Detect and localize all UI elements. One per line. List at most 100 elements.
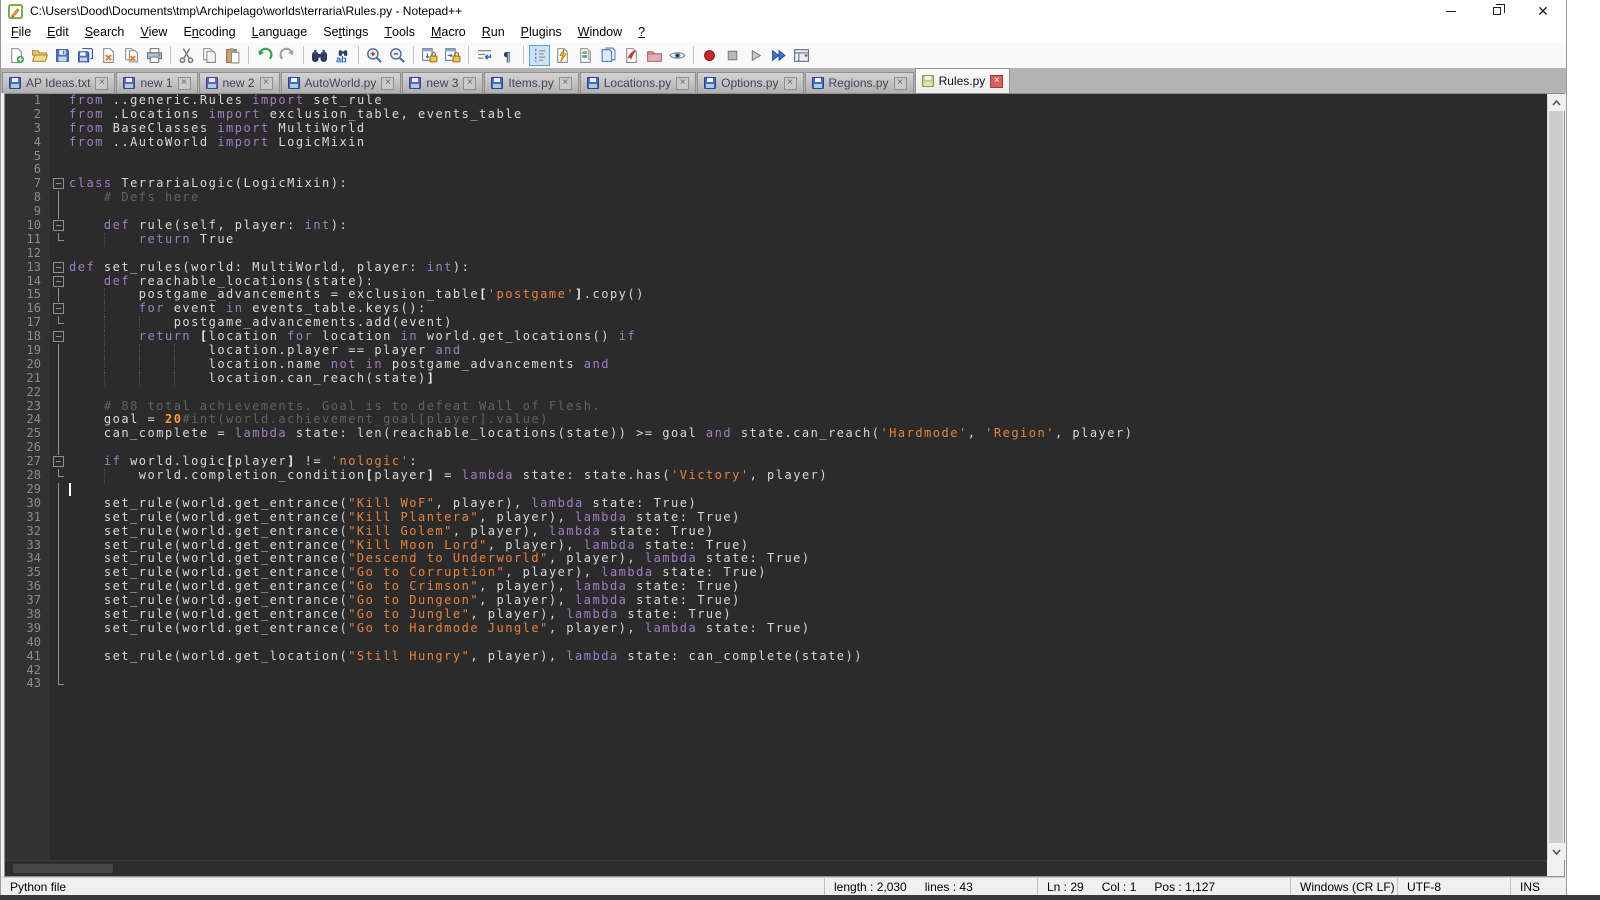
code-line[interactable]: 28 world.completion_condition[player] = … bbox=[5, 469, 1547, 483]
tab-locations-py[interactable]: Locations.py× bbox=[580, 72, 696, 93]
fold-marker-icon[interactable] bbox=[50, 302, 67, 316]
tab-close-icon[interactable]: × bbox=[178, 77, 191, 90]
code-line[interactable]: 20 location.name not in postgame_advance… bbox=[5, 358, 1547, 372]
print-button[interactable] bbox=[144, 45, 165, 66]
code-line[interactable]: 16 for event in events_table.keys(): bbox=[5, 302, 1547, 316]
fold-marker-icon[interactable] bbox=[50, 219, 67, 233]
show-all-characters-button[interactable]: ¶ bbox=[497, 45, 518, 66]
horizontal-scrollbar-thumb[interactable] bbox=[13, 864, 113, 873]
code-line[interactable]: 38 set_rule(world.get_entrance("Go to Ju… bbox=[5, 608, 1547, 622]
tab-close-icon[interactable]: × bbox=[990, 75, 1003, 88]
tab-ap-ideas-txt[interactable]: AP Ideas.txt× bbox=[2, 72, 115, 93]
copy-button[interactable] bbox=[199, 45, 220, 66]
tab-items-py[interactable]: Items.py× bbox=[484, 72, 578, 93]
sync-vertical-scroll-button[interactable] bbox=[419, 45, 440, 66]
undo-button[interactable] bbox=[254, 45, 275, 66]
menu-item-help[interactable]: ? bbox=[630, 22, 653, 42]
fold-marker-icon[interactable] bbox=[50, 330, 67, 344]
menu-item-search[interactable]: Search bbox=[77, 22, 133, 42]
code-line[interactable]: 17 postgame_advancements.add(event) bbox=[5, 316, 1547, 330]
folder-as-workspace-button[interactable] bbox=[644, 45, 665, 66]
code-line[interactable]: 24 goal = 20#int(world.achievement_goal[… bbox=[5, 413, 1547, 427]
menu-item-plugins[interactable]: Plugins bbox=[513, 22, 570, 42]
redo-button[interactable] bbox=[277, 45, 298, 66]
code-area[interactable]: 1from ..generic.Rules import set_rule2fr… bbox=[5, 94, 1547, 860]
code-line[interactable]: 40 bbox=[5, 636, 1547, 650]
code-line[interactable]: 42 bbox=[5, 664, 1547, 678]
code-line[interactable]: 10 def rule(self, player: int): bbox=[5, 219, 1547, 233]
macro-record-button[interactable] bbox=[699, 45, 720, 66]
menu-item-tools[interactable]: Tools bbox=[376, 22, 423, 42]
code-line[interactable]: 32 set_rule(world.get_entrance("Kill Gol… bbox=[5, 525, 1547, 539]
menu-item-run[interactable]: Run bbox=[474, 22, 513, 42]
document-list-button[interactable] bbox=[598, 45, 619, 66]
tab-regions-py[interactable]: Regions.py× bbox=[805, 72, 914, 93]
code-line[interactable]: 15 postgame_advancements = exclusion_tab… bbox=[5, 288, 1547, 302]
close-button[interactable]: ✕ bbox=[1520, 0, 1566, 22]
open-file-button[interactable] bbox=[29, 45, 50, 66]
code-line[interactable]: 6 bbox=[5, 163, 1547, 177]
status-insert-mode[interactable]: INS bbox=[1510, 878, 1566, 895]
code-line[interactable]: 31 set_rule(world.get_entrance("Kill Pla… bbox=[5, 511, 1547, 525]
tab-close-icon[interactable]: × bbox=[559, 77, 572, 90]
find-button[interactable] bbox=[309, 45, 330, 66]
macro-run-multiple-button[interactable] bbox=[768, 45, 789, 66]
code-line[interactable]: 33 set_rule(world.get_entrance("Kill Moo… bbox=[5, 539, 1547, 553]
code-line[interactable]: 21 location.can_reach(state)] bbox=[5, 372, 1547, 386]
tab-new-2[interactable]: new 2× bbox=[199, 72, 280, 93]
code-line[interactable]: 7class TerrariaLogic(LogicMixin): bbox=[5, 177, 1547, 191]
zoom-in-button[interactable] bbox=[364, 45, 385, 66]
cut-button[interactable] bbox=[176, 45, 197, 66]
code-line[interactable]: 1from ..generic.Rules import set_rule bbox=[5, 94, 1547, 108]
fold-marker-icon[interactable] bbox=[50, 455, 67, 469]
scroll-up-icon[interactable] bbox=[1548, 94, 1565, 111]
code-line[interactable]: 41 set_rule(world.get_location("Still Hu… bbox=[5, 650, 1547, 664]
code-line[interactable]: 29 bbox=[5, 483, 1547, 497]
code-line[interactable]: 3from BaseClasses import MultiWorld bbox=[5, 122, 1547, 136]
macro-play-button[interactable] bbox=[745, 45, 766, 66]
close-all-button[interactable] bbox=[121, 45, 142, 66]
fold-marker-icon[interactable] bbox=[50, 177, 67, 191]
vertical-scrollbar-thumb[interactable] bbox=[1549, 111, 1563, 843]
fold-marker-icon[interactable] bbox=[50, 261, 67, 275]
code-line[interactable]: 5 bbox=[5, 150, 1547, 164]
word-wrap-button[interactable] bbox=[474, 45, 495, 66]
document-map-button[interactable] bbox=[575, 45, 596, 66]
menu-item-settings[interactable]: Settings bbox=[315, 22, 376, 42]
code-line[interactable]: 14 def reachable_locations(state): bbox=[5, 275, 1547, 289]
menu-item-edit[interactable]: Edit bbox=[39, 22, 77, 42]
minimize-button[interactable] bbox=[1428, 0, 1474, 22]
status-encoding[interactable]: UTF-8 bbox=[1397, 878, 1510, 895]
tab-autoworld-py[interactable]: AutoWorld.py× bbox=[281, 72, 402, 93]
code-line[interactable]: 37 set_rule(world.get_entrance("Go to Du… bbox=[5, 594, 1547, 608]
restore-button[interactable] bbox=[1474, 0, 1520, 22]
status-eol-format[interactable]: Windows (CR LF) bbox=[1290, 878, 1397, 895]
code-line[interactable]: 22 bbox=[5, 386, 1547, 400]
fold-marker-icon[interactable] bbox=[50, 275, 67, 289]
code-line[interactable]: 30 set_rule(world.get_entrance("Kill WoF… bbox=[5, 497, 1547, 511]
vertical-scrollbar[interactable] bbox=[1547, 94, 1564, 860]
code-line[interactable]: 2from .Locations import exclusion_table,… bbox=[5, 108, 1547, 122]
code-line[interactable]: 18 return [location for location in worl… bbox=[5, 330, 1547, 344]
code-line[interactable]: 25 can_complete = lambda state: len(reac… bbox=[5, 427, 1547, 441]
code-line[interactable]: 12 bbox=[5, 247, 1547, 261]
code-line[interactable]: 36 set_rule(world.get_entrance("Go to Cr… bbox=[5, 580, 1547, 594]
menu-item-window[interactable]: Window bbox=[570, 22, 630, 42]
code-line[interactable]: 9 bbox=[5, 205, 1547, 219]
save-all-button[interactable] bbox=[75, 45, 96, 66]
tab-new-1[interactable]: new 1× bbox=[116, 72, 197, 93]
menu-item-view[interactable]: View bbox=[132, 22, 175, 42]
monitoring-button[interactable] bbox=[667, 45, 688, 66]
tab-close-icon[interactable]: × bbox=[894, 77, 907, 90]
tab-close-icon[interactable]: × bbox=[784, 77, 797, 90]
show-indent-guide-button[interactable] bbox=[529, 45, 550, 66]
menu-item-language[interactable]: Language bbox=[244, 22, 316, 42]
function-list-button[interactable] bbox=[552, 45, 573, 66]
tab-rules-py[interactable]: Rules.py× bbox=[915, 68, 1011, 93]
code-line[interactable]: 34 set_rule(world.get_entrance("Descend … bbox=[5, 552, 1547, 566]
menu-item-macro[interactable]: Macro bbox=[423, 22, 474, 42]
code-line[interactable]: 27 if world.logic[player] != 'nologic': bbox=[5, 455, 1547, 469]
new-file-button[interactable] bbox=[6, 45, 27, 66]
tab-close-icon[interactable]: × bbox=[463, 77, 476, 90]
sync-horizontal-scroll-button[interactable] bbox=[442, 45, 463, 66]
